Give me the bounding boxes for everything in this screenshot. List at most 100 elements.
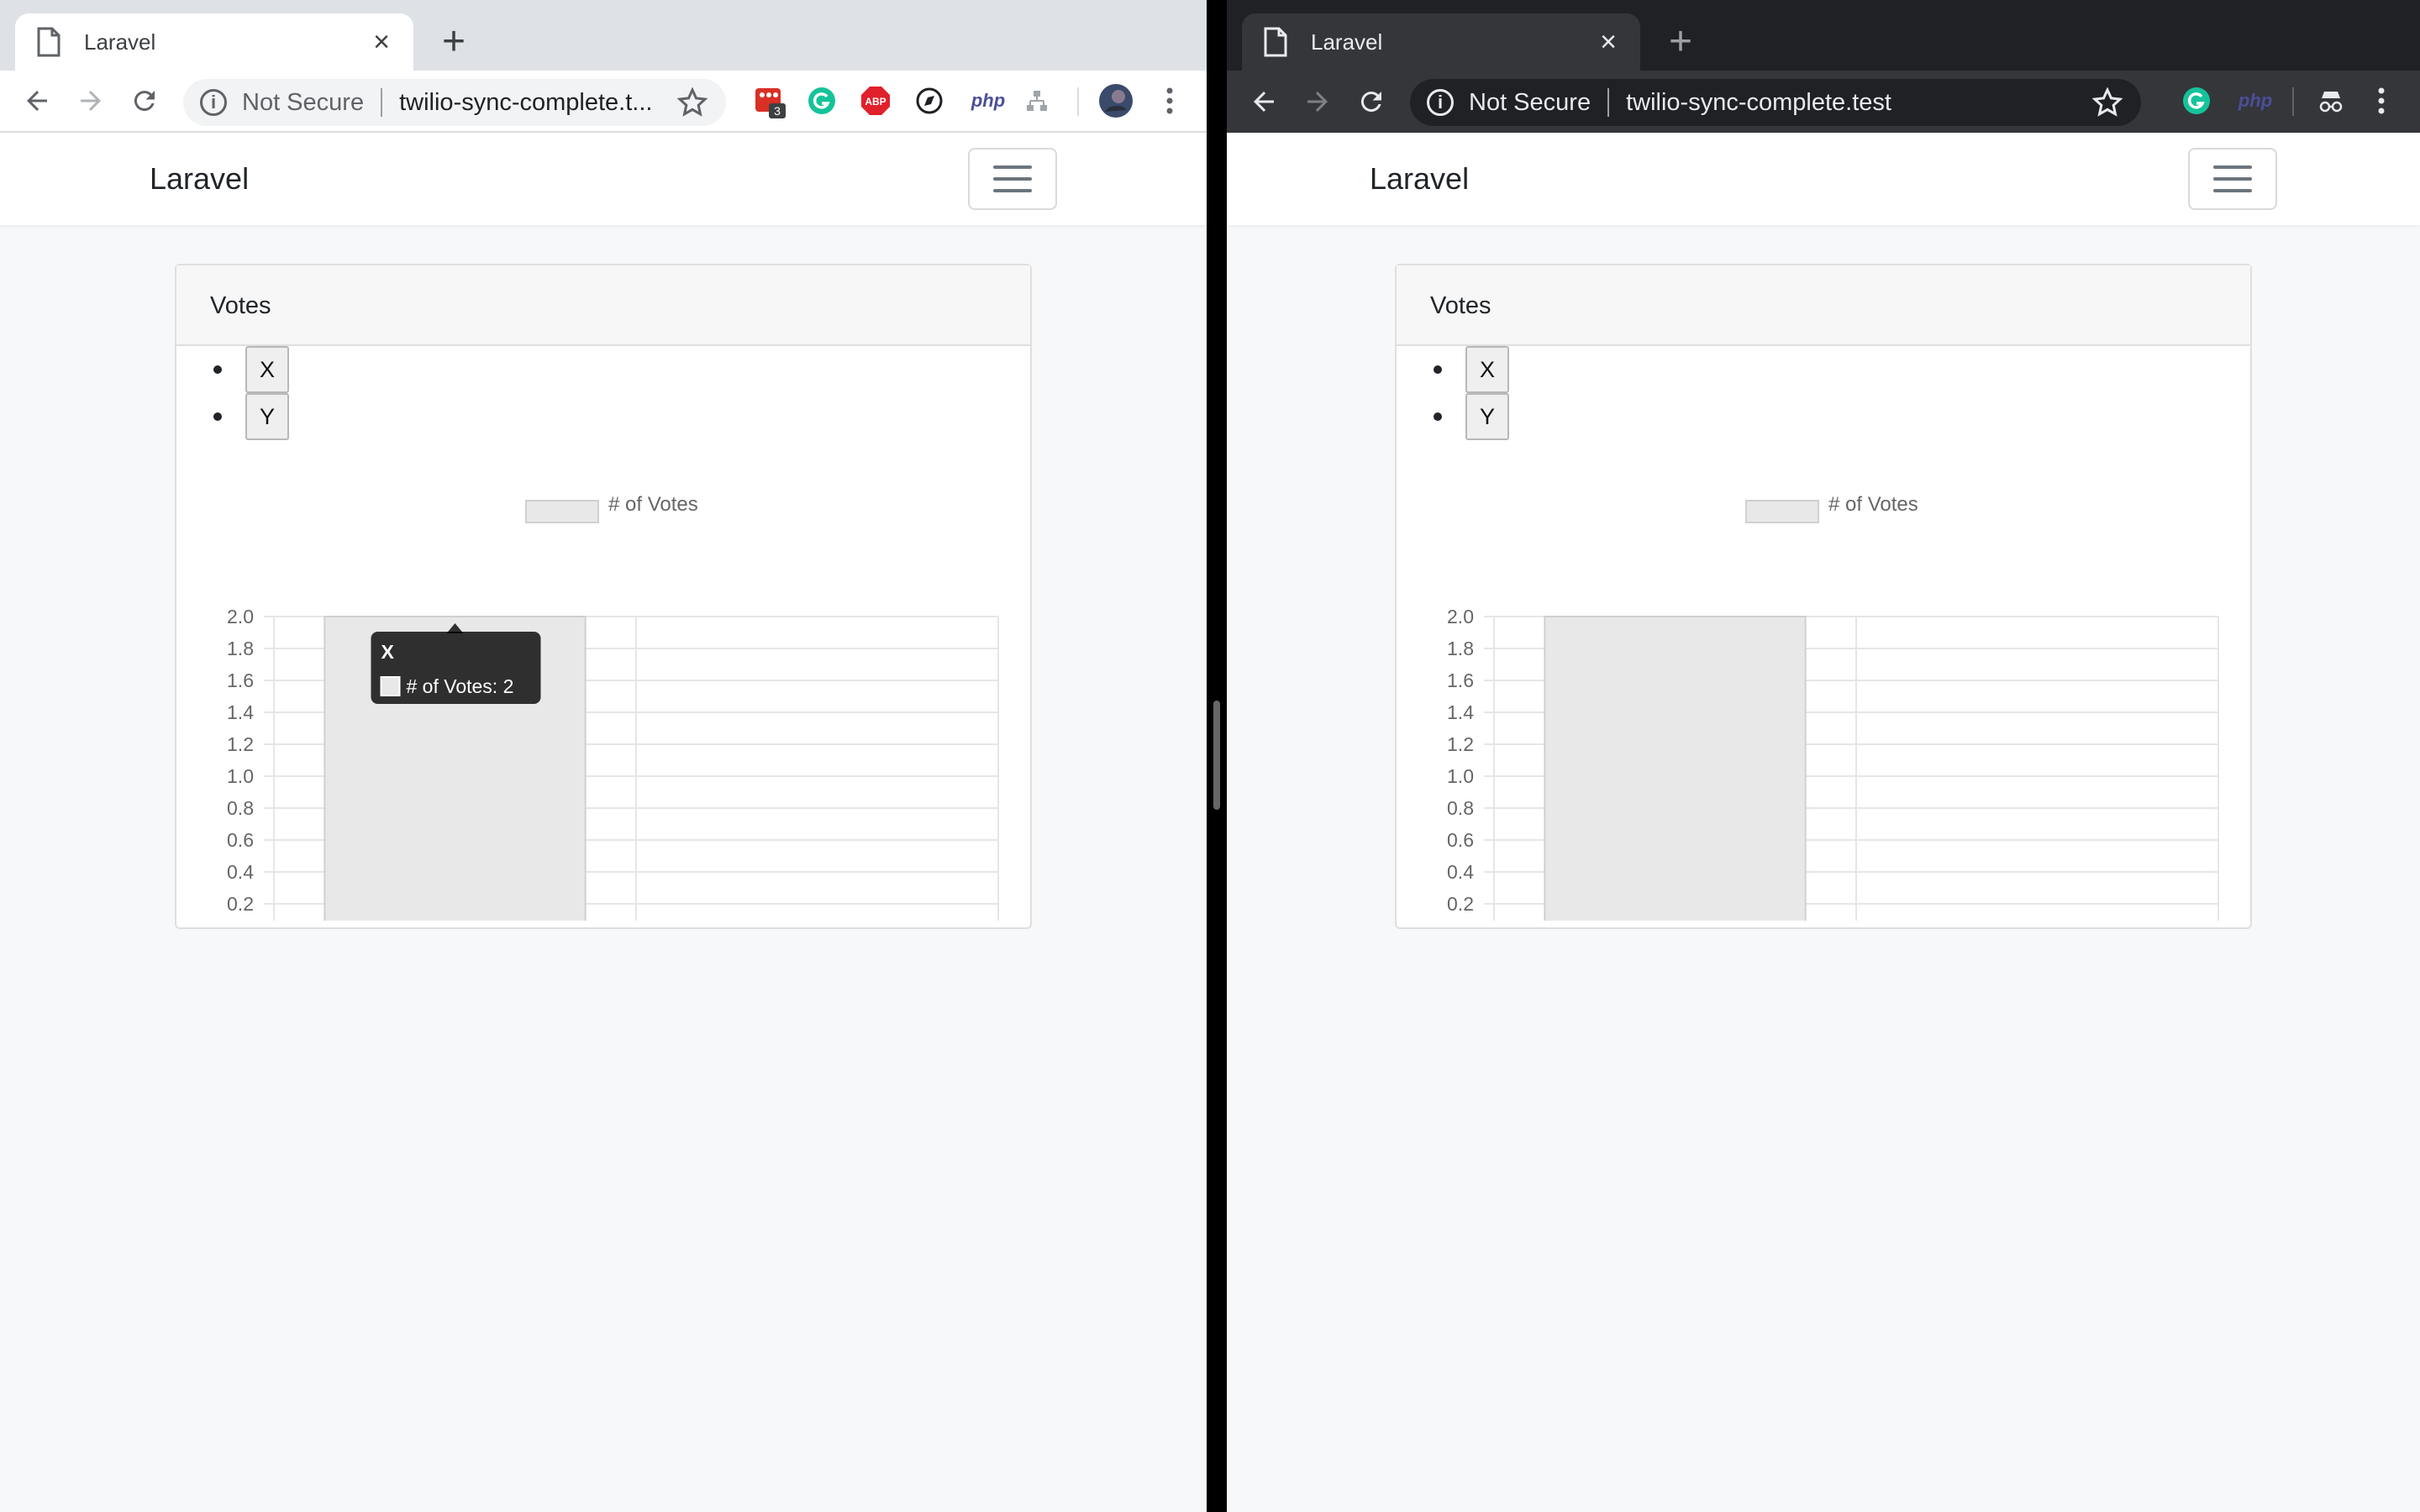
votes-chart: # of Votes00.20.40.60.81.01.21.41.61.82.… <box>190 492 1020 976</box>
y-tick-label: 1.2 <box>227 733 254 755</box>
vote-x-button[interactable]: X <box>1465 346 1509 393</box>
security-label: Not Secure <box>1469 88 1591 116</box>
browser-chrome: Laravel × + i Not Secure twilio-sync-com… <box>0 0 1207 133</box>
y-tick-label: 1.4 <box>1447 701 1474 723</box>
vote-x-button[interactable]: X <box>245 346 289 393</box>
list-item: X <box>213 346 289 393</box>
vote-button-list: X Y <box>1434 346 1509 440</box>
list-item: Y <box>1434 393 1509 440</box>
toolbar: i Not Secure twilio-sync-complete.test p… <box>1227 71 2420 133</box>
list-item: Y <box>213 393 289 440</box>
y-tick-label: 1.0 <box>1447 765 1474 787</box>
browser-window-left: Laravel × + i Not Secure twilio-sync-com… <box>0 0 1207 1512</box>
info-icon[interactable]: i <box>1427 89 1454 116</box>
incognito-icon[interactable] <box>2311 81 2351 121</box>
tab-title: Laravel <box>1311 29 1383 55</box>
y-tick-label: 1.8 <box>227 638 254 659</box>
bookmark-star-icon[interactable] <box>2092 87 2123 118</box>
votes-chart: # of Votes00.20.40.60.81.01.21.41.61.82.… <box>1410 492 2240 976</box>
more-menu-icon[interactable] <box>2361 81 2402 121</box>
adblock-label: ABP <box>865 96 886 108</box>
php-ext-icon[interactable]: php <box>2230 81 2281 121</box>
bar-chart: # of Votes00.20.40.60.81.01.21.41.61.82.… <box>1447 493 2219 976</box>
y-tick-label: 2.0 <box>1447 606 1474 627</box>
y-tick-label: 0.2 <box>227 893 254 915</box>
y-tick-label: 2.0 <box>227 606 254 627</box>
reload-icon[interactable] <box>1344 75 1398 129</box>
compass-ext-icon[interactable] <box>909 81 950 121</box>
url-text: twilio-sync-complete.test <box>1626 88 1891 116</box>
scrollbar[interactable] <box>1213 701 1220 810</box>
back-icon[interactable] <box>1237 75 1291 129</box>
list-item: X <box>1434 346 1509 393</box>
php-label: php <box>2238 90 2273 111</box>
document-icon <box>37 27 60 57</box>
info-icon[interactable]: i <box>200 89 227 116</box>
new-tab-icon[interactable]: + <box>429 15 479 69</box>
profile-avatar[interactable] <box>1096 81 1136 121</box>
browser-window-right: Laravel × + i Not Secure twilio-sync-com… <box>1227 0 2420 1512</box>
legend-swatch <box>525 500 599 523</box>
extension-badge: 3 <box>774 104 781 118</box>
grammarly-icon[interactable] <box>802 81 842 121</box>
bookmark-star-icon[interactable] <box>677 87 708 118</box>
y-tick-label: 0.8 <box>227 797 254 819</box>
document-icon <box>1264 27 1287 57</box>
tab-title: Laravel <box>84 29 156 55</box>
navbar: Laravel <box>0 133 1207 225</box>
forward-icon[interactable] <box>1291 75 1344 129</box>
toolbar: i Not Secure twilio-sync-complete.t... 3 <box>0 71 1207 133</box>
forward-icon[interactable] <box>64 74 118 128</box>
vote-y-button[interactable]: Y <box>245 393 289 440</box>
y-tick-label: 0.8 <box>1447 797 1474 819</box>
adblock-icon[interactable]: ABP <box>855 81 896 121</box>
close-tab-icon[interactable]: × <box>365 25 398 59</box>
address-bar[interactable]: i Not Secure twilio-sync-complete.test <box>1410 79 2141 126</box>
browser-chrome: Laravel × + i Not Secure twilio-sync-com… <box>1227 0 2420 133</box>
votes-card: Votes X Y # of Votes00.20.40.60.81.01.21… <box>175 264 1032 976</box>
web-page: Laravel Votes X Y # of Votes00.20.40.60.… <box>0 133 1207 1512</box>
chart-legend: # of Votes <box>525 493 698 523</box>
legend-swatch <box>1745 500 1819 523</box>
y-tick-label: 1.4 <box>227 701 254 723</box>
y-tick-label: 0.4 <box>227 861 254 883</box>
navbar-toggler[interactable] <box>968 148 1057 210</box>
navbar-toggler[interactable] <box>2188 148 2277 210</box>
vote-button-list: X Y <box>213 346 289 440</box>
navbar-brand[interactable]: Laravel <box>150 161 249 197</box>
grammarly-icon[interactable] <box>2176 81 2217 121</box>
tooltip-body: # of Votes: 2 <box>407 675 514 697</box>
legend-label: # of Votes <box>1828 493 1918 516</box>
url-text: twilio-sync-complete.t... <box>399 88 653 116</box>
vote-y-button[interactable]: Y <box>1465 393 1509 440</box>
chart-tooltip: X # of Votes: 2 <box>371 623 541 704</box>
reload-icon[interactable] <box>118 74 171 128</box>
tooltip-swatch <box>380 676 401 696</box>
tree-ext-icon[interactable] <box>1017 81 1057 121</box>
y-tick-label: 0.2 <box>1447 893 1474 915</box>
navbar-brand[interactable]: Laravel <box>1370 161 1469 197</box>
browser-tab[interactable]: Laravel × <box>1242 13 1640 71</box>
new-tab-icon[interactable]: + <box>1655 15 1706 69</box>
php-ext-icon[interactable]: php <box>963 81 1013 121</box>
address-bar[interactable]: i Not Secure twilio-sync-complete.t... <box>183 79 726 126</box>
y-tick-label: 1.8 <box>1447 638 1474 659</box>
y-tick-label: 0.4 <box>1447 861 1474 883</box>
todo-ext-icon[interactable]: 3 <box>750 81 790 121</box>
browser-tab[interactable]: Laravel × <box>15 13 413 71</box>
votes-card: Votes X Y # of Votes00.20.40.60.81.01.21… <box>1395 264 2252 976</box>
card-title: Votes <box>176 265 1030 346</box>
card-title: Votes <box>1397 265 2250 346</box>
close-tab-icon[interactable]: × <box>1591 25 1625 59</box>
tooltip-title: X <box>381 641 395 663</box>
y-tick-label: 0.6 <box>227 829 254 851</box>
y-tick-label: 0.6 <box>1447 829 1474 851</box>
y-tick-label: 1.0 <box>227 765 254 787</box>
navbar: Laravel <box>1227 133 2420 225</box>
y-tick-label: 1.2 <box>1447 733 1474 755</box>
web-page: Laravel Votes X Y # of Votes00.20.40.60.… <box>1227 133 2420 1512</box>
y-tick-label: 1.6 <box>1447 669 1474 691</box>
more-menu-icon[interactable] <box>1150 81 1190 121</box>
y-tick-label: 1.6 <box>227 669 254 691</box>
back-icon[interactable] <box>10 74 64 128</box>
